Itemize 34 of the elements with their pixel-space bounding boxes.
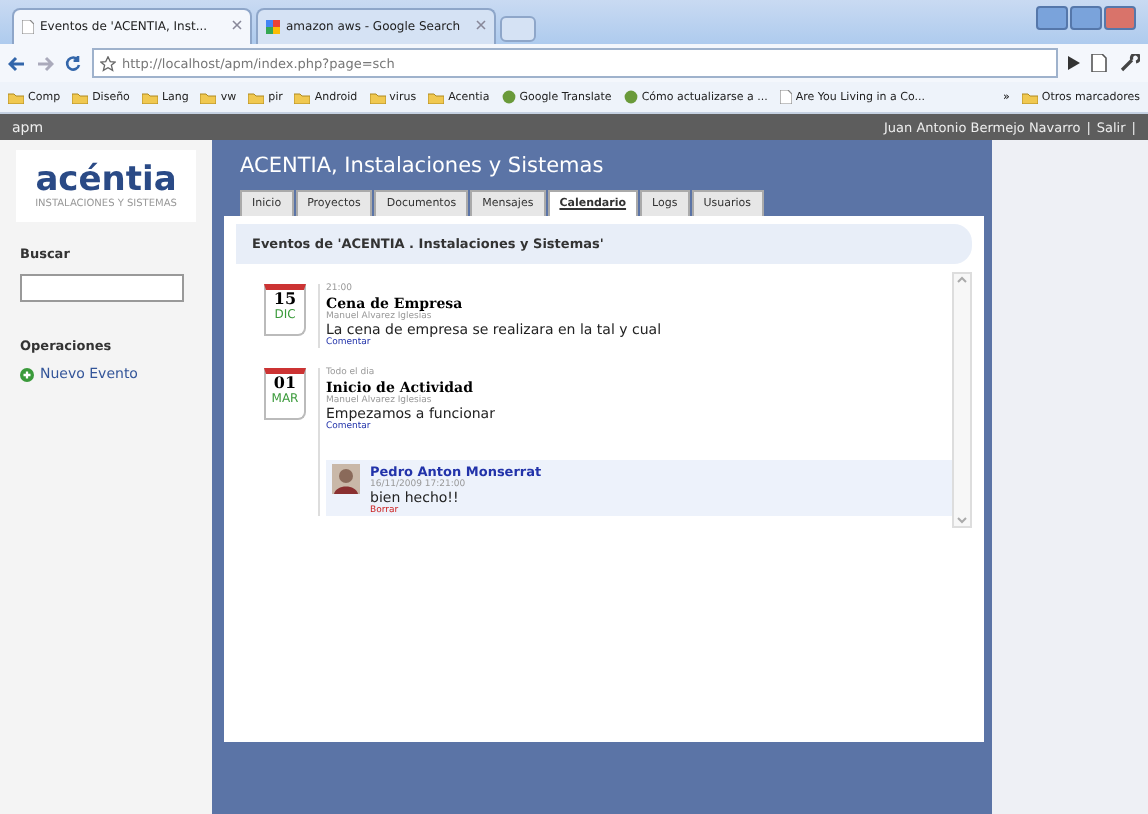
page-icon <box>22 20 34 34</box>
back-icon[interactable] <box>8 55 26 71</box>
scroll-down-icon[interactable] <box>956 514 968 526</box>
folder-icon <box>1021 91 1038 103</box>
maximize-button[interactable] <box>1070 6 1102 30</box>
search-field[interactable] <box>20 274 184 302</box>
reload-icon[interactable] <box>64 54 82 72</box>
folder-icon <box>248 91 265 103</box>
plus-icon <box>20 367 34 381</box>
page-icon <box>779 90 792 104</box>
project-title: ACENTIA, Instalaciones y Sistemas <box>238 152 606 182</box>
folder-icon <box>369 91 386 103</box>
folder-icon <box>72 91 89 103</box>
close-icon[interactable] <box>232 20 242 34</box>
minimize-button[interactable] <box>1036 6 1068 30</box>
forward-icon[interactable] <box>36 55 54 71</box>
page-menu-icon[interactable] <box>1090 54 1110 72</box>
folder-icon <box>141 91 158 103</box>
avatar-icon <box>332 464 360 494</box>
close-button[interactable] <box>1104 6 1136 30</box>
wrench-icon[interactable] <box>1120 54 1140 72</box>
close-icon[interactable] <box>476 20 486 34</box>
scroll-up-icon[interactable] <box>956 274 968 286</box>
folder-icon <box>294 91 311 103</box>
globe-icon <box>501 90 516 104</box>
play-icon[interactable] <box>1068 56 1080 70</box>
globe-icon <box>623 90 638 104</box>
folder-icon <box>200 91 217 103</box>
scrollbar[interactable] <box>952 272 972 528</box>
new-tab-button[interactable] <box>500 16 536 42</box>
star-icon[interactable] <box>100 55 116 71</box>
folder-icon <box>8 91 24 103</box>
folder-icon <box>428 91 445 103</box>
colored-squares-icon <box>266 20 280 34</box>
